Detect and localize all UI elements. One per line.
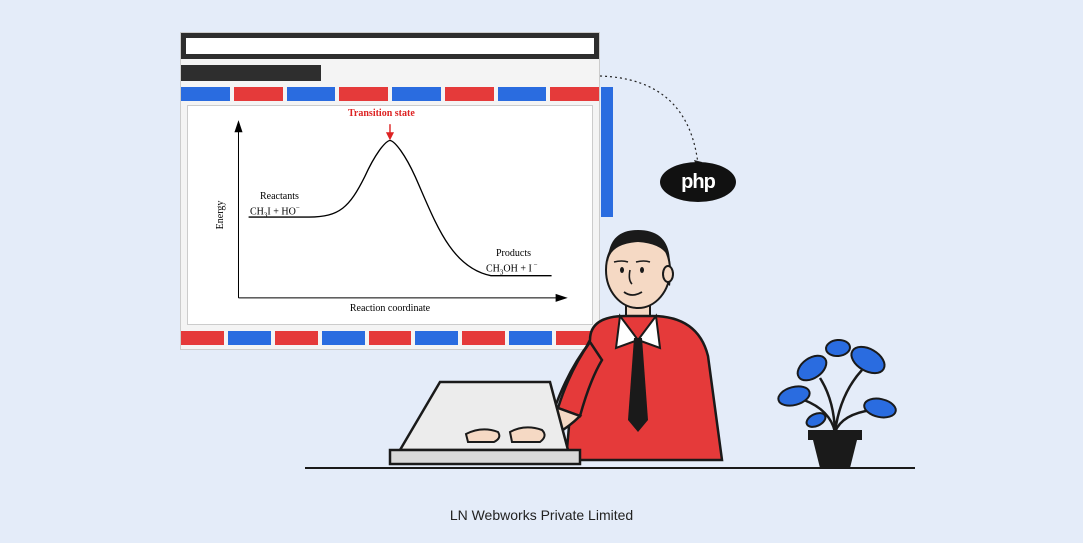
browser-url-bar [181,33,599,59]
side-stripe [601,87,613,217]
plant-illustration [770,330,900,470]
products-label: Products [496,248,531,259]
y-axis-label: Energy [215,201,226,230]
decorative-stripe-top [181,87,599,101]
php-logo: php [660,162,736,202]
x-axis-label: Reaction coordinate [350,303,430,314]
footer-text: LN Webworks Private Limited [450,507,633,523]
dashed-connector [598,74,728,174]
reactants-label: Reactants [260,191,299,202]
reactants-formula: CH3I + HO− [250,204,300,219]
transition-state-label: Transition state [348,108,415,119]
php-text: php [681,171,715,194]
browser-tab [181,65,321,81]
laptop-illustration [370,380,600,470]
